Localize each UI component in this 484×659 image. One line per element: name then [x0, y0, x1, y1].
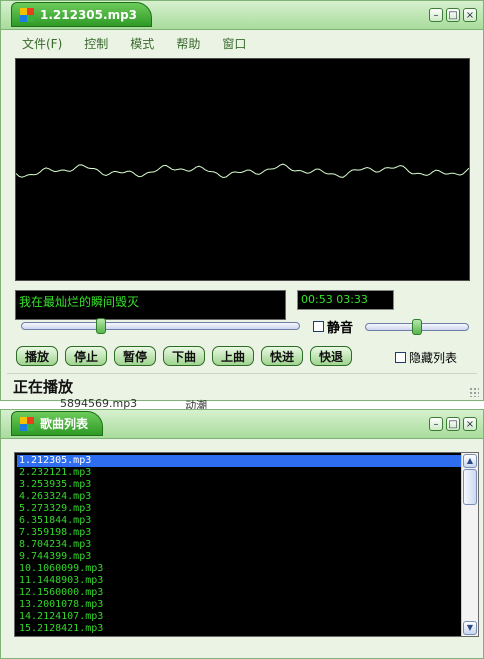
player-window-controls: – □ × [429, 8, 477, 22]
playlist-item[interactable]: 2.232121.mp3 [17, 467, 461, 479]
play-button[interactable]: 播放 [16, 346, 58, 366]
background-file-name: 5894569.mp3 [60, 397, 138, 410]
playlist-item[interactable]: 6.351844.mp3 [17, 515, 461, 527]
maximize-icon[interactable]: □ [446, 8, 460, 22]
playlist-title-tab: 歌曲列表 [11, 411, 104, 436]
time-display: 00:53 03:33 [297, 290, 394, 310]
player-titlebar[interactable]: 1.212305.mp3 – □ × [1, 1, 483, 30]
playlist-item[interactable]: 15.2128421.mp3 [17, 623, 461, 635]
next-track-button[interactable]: 下曲 [163, 346, 205, 366]
mute-checkbox-box[interactable] [313, 321, 324, 332]
close-icon[interactable]: × [463, 417, 477, 431]
playlist-listbox[interactable]: 1.212305.mp3 2.232121.mp3 3.253935.mp3 4.26… [14, 452, 479, 637]
playlist-item[interactable]: 7.359198.mp3 [17, 527, 461, 539]
scroll-down-icon[interactable]: ▼ [463, 621, 477, 635]
stop-button[interactable]: 停止 [65, 346, 107, 366]
playlist-item[interactable]: 10.1060099.mp3 [17, 563, 461, 575]
app-icon [20, 7, 34, 22]
hide-list-label: 隐藏列表 [409, 351, 458, 365]
progress-slider-thumb[interactable] [96, 318, 107, 334]
scroll-thumb[interactable] [463, 469, 477, 505]
playlist-item[interactable]: 5.273329.mp3 [17, 503, 461, 515]
hide-list-checkbox[interactable]: 隐藏列表 [395, 349, 457, 366]
background-window-text: 5894569.mp3 动潮 [60, 397, 208, 412]
playlist-item[interactable]: 11.1448903.mp3 [17, 575, 461, 587]
hide-list-checkbox-box[interactable] [395, 352, 406, 363]
progress-slider[interactable] [21, 322, 300, 330]
close-icon[interactable]: × [463, 8, 477, 22]
menu-help[interactable]: 帮助 [165, 35, 211, 53]
rewind-button[interactable]: 快退 [310, 346, 352, 366]
menu-control[interactable]: 控制 [73, 35, 119, 53]
volume-slider-thumb[interactable] [412, 319, 422, 335]
playlist-item[interactable]: 3.253935.mp3 [17, 479, 461, 491]
waveform-display [15, 58, 470, 281]
playlist-item[interactable]: 13.2001078.mp3 [17, 599, 461, 611]
background-label: 动潮 [185, 399, 208, 412]
playlist-scrollbar[interactable]: ▲ ▼ [461, 453, 478, 636]
previous-track-button[interactable]: 上曲 [212, 346, 254, 366]
minimize-icon[interactable]: – [429, 8, 443, 22]
mute-checkbox[interactable]: 静音 [313, 317, 353, 336]
fast-forward-button[interactable]: 快进 [261, 346, 303, 366]
pause-button[interactable]: 暂停 [114, 346, 156, 366]
playlist-window-controls: – □ × [429, 417, 477, 431]
playlist-item[interactable]: 12.1560000.mp3 [17, 587, 461, 599]
menu-window[interactable]: 窗口 [211, 35, 257, 53]
lyric-display: 我在最灿烂的瞬间毁灭 [15, 290, 286, 320]
waveform-svg [15, 163, 470, 179]
playlist-item[interactable]: 9.744399.mp3 [17, 551, 461, 563]
playlist-titlebar[interactable]: 歌曲列表 – □ × [1, 410, 483, 439]
playlist-item[interactable]: 1.212305.mp3 [17, 455, 461, 467]
resize-grip-icon[interactable] [469, 387, 479, 397]
scroll-up-icon[interactable]: ▲ [463, 454, 477, 468]
playlist-title: 歌曲列表 [40, 417, 89, 431]
player-title-tab: 1.212305.mp3 [11, 2, 153, 27]
mute-label: 静音 [327, 321, 354, 336]
minimize-icon[interactable]: – [429, 417, 443, 431]
player-window: 1.212305.mp3 – □ × 文件(F) 控制 模式 帮助 窗口 我在最… [0, 0, 484, 401]
playlist-rows: 1.212305.mp3 2.232121.mp3 3.253935.mp3 4.26… [17, 455, 461, 635]
status-bar: 正在播放 [7, 373, 477, 396]
playlist-item[interactable]: 8.704234.mp3 [17, 539, 461, 551]
playlist-item[interactable]: 4.263324.mp3 [17, 491, 461, 503]
status-text: 正在播放 [13, 378, 74, 396]
app-icon [20, 416, 34, 431]
maximize-icon[interactable]: □ [446, 417, 460, 431]
menu-bar: 文件(F) 控制 模式 帮助 窗口 [11, 35, 257, 53]
playlist-item[interactable]: 14.2124107.mp3 [17, 611, 461, 623]
player-title: 1.212305.mp3 [40, 7, 138, 22]
menu-mode[interactable]: 模式 [119, 35, 165, 53]
waveform-line [15, 163, 470, 179]
menu-file[interactable]: 文件(F) [11, 35, 73, 53]
